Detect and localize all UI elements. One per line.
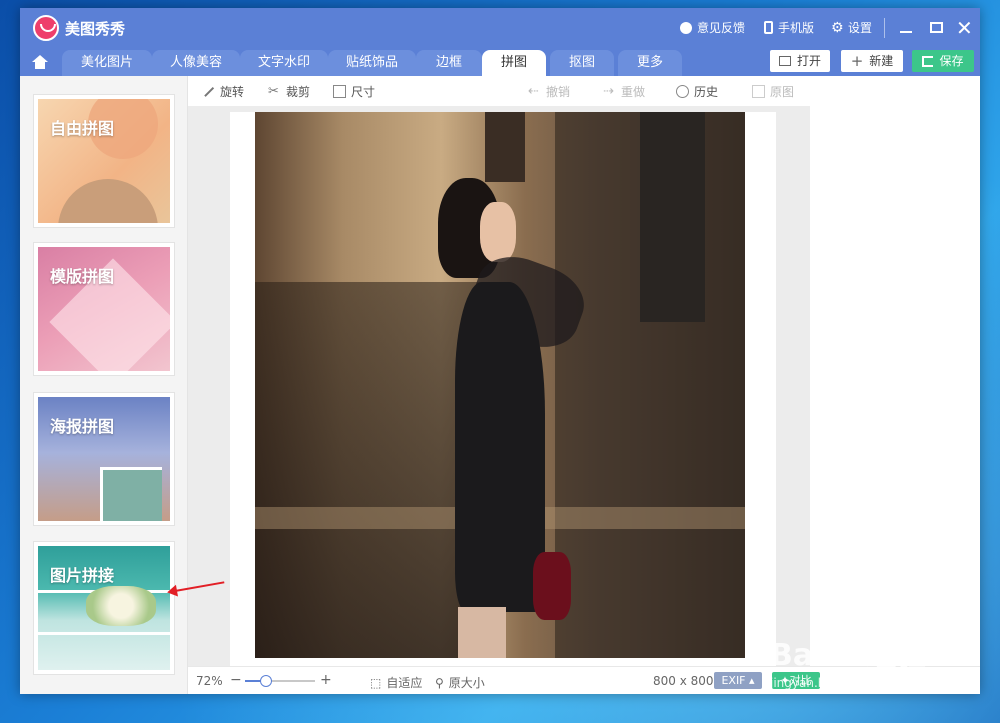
tab-stickers[interactable]: 贴纸饰品: [328, 50, 416, 76]
save-button[interactable]: 保存: [912, 50, 974, 72]
home-icon[interactable]: [32, 55, 48, 69]
new-label: 新建: [869, 54, 894, 68]
history-label: 历史: [694, 85, 719, 99]
chat-bubble-icon: [680, 21, 692, 34]
tab-cutout[interactable]: 抠图: [550, 50, 614, 76]
baidu-watermark: Baidu经验 jingyan.baidu.com: [760, 630, 960, 700]
maximize-icon: [930, 22, 943, 33]
export-icon: [922, 55, 934, 67]
template-collage-thumbnail: 模版拼图: [38, 247, 170, 371]
zoom-slider-handle[interactable]: [260, 675, 272, 687]
zoom-out-button[interactable]: −: [230, 672, 242, 688]
redo-button[interactable]: ⇢ 重做: [603, 83, 645, 100]
original-label: 原图: [770, 85, 795, 99]
original-image-icon: [752, 85, 765, 98]
minimize-button[interactable]: [894, 16, 918, 40]
crop-button[interactable]: ✂ 裁剪: [268, 83, 310, 100]
canvas-area: [188, 106, 810, 666]
app-logo-icon: [33, 15, 59, 41]
save-label: 保存: [939, 54, 964, 68]
fit-icon: ⬚: [370, 675, 382, 690]
redo-label: 重做: [621, 85, 646, 99]
title-bar: 美图秀秀 意见反馈 手机版 ⚙ 设置 ✕: [20, 8, 980, 48]
edit-toolbar: 旋转 ✂ 裁剪 尺寸 ⇠ 撤销 ⇢ 重做 历史 原图: [188, 76, 810, 106]
feedback-label: 意见反馈: [697, 21, 746, 35]
size-label: 尺寸: [351, 85, 376, 99]
main-tab-bar: 美化图片 人像美容 文字水印 贴纸饰品 边框 拼图 抠图 更多 打开 + 新建 …: [20, 48, 980, 76]
rotate-button[interactable]: 旋转: [202, 83, 244, 100]
actual-size-label: 原大小: [448, 676, 485, 690]
tab-portrait[interactable]: 人像美容: [152, 50, 240, 76]
magnifier-icon: ⚲: [435, 675, 444, 690]
mobile-version-button[interactable]: 手机版: [764, 19, 814, 36]
image-dimensions: 800 x 800: [653, 674, 714, 688]
edited-photo[interactable]: [255, 112, 745, 658]
undo-arrow-icon: ⇠: [528, 84, 539, 99]
image-stitch-thumbnail: 图片拼接: [38, 546, 170, 670]
poster-collage-thumbnail: 海报拼图: [38, 397, 170, 521]
open-label: 打开: [796, 54, 821, 68]
fit-button[interactable]: ⬚ 自适应: [370, 674, 422, 691]
card-label: 图片拼接: [50, 566, 115, 585]
tab-more[interactable]: 更多: [618, 50, 682, 76]
maximize-button[interactable]: [925, 16, 949, 40]
free-collage-thumbnail: 自由拼图: [38, 99, 170, 223]
card-template-collage[interactable]: 模版拼图: [33, 242, 175, 376]
minimize-icon: [900, 31, 912, 33]
gear-icon: ⚙: [831, 19, 844, 36]
tab-beautify[interactable]: 美化图片: [62, 50, 152, 76]
open-button[interactable]: 打开: [770, 50, 830, 72]
rotate-icon: [202, 85, 215, 98]
clock-icon: [676, 85, 689, 98]
collage-mode-sidebar: 自由拼图 模版拼图 海报拼图 图片拼接: [20, 76, 188, 694]
title-divider: [884, 18, 885, 38]
zoom-slider[interactable]: [245, 675, 315, 687]
exif-button[interactable]: EXIF ▴: [714, 672, 762, 689]
settings-button[interactable]: ⚙ 设置: [831, 19, 872, 36]
image-icon: [778, 56, 791, 66]
undo-label: 撤销: [546, 85, 571, 99]
tab-border[interactable]: 边框: [416, 50, 482, 76]
resize-icon: [333, 85, 346, 98]
history-button[interactable]: 历史: [676, 83, 718, 100]
app-title: 美图秀秀: [65, 20, 126, 38]
settings-label: 设置: [848, 21, 873, 35]
fit-label: 自适应: [386, 676, 423, 690]
tab-text-watermark[interactable]: 文字水印: [240, 50, 328, 76]
crop-label: 裁剪: [286, 85, 311, 99]
card-label: 模版拼图: [50, 267, 115, 286]
card-free-collage[interactable]: 自由拼图: [33, 94, 175, 228]
new-button[interactable]: + 新建: [841, 50, 903, 72]
close-button[interactable]: ✕: [954, 16, 978, 40]
feedback-button[interactable]: 意见反馈: [680, 19, 745, 36]
zoom-percent: 72%: [196, 674, 223, 688]
card-label: 自由拼图: [50, 119, 115, 138]
redo-arrow-icon: ⇢: [603, 84, 614, 99]
phone-icon: [764, 21, 773, 34]
card-label: 海报拼图: [50, 417, 115, 436]
zoom-in-button[interactable]: +: [320, 672, 332, 688]
scissors-icon: ✂: [268, 84, 279, 99]
original-button[interactable]: 原图: [752, 83, 794, 100]
size-button[interactable]: 尺寸: [333, 83, 375, 100]
watermark-url: jingyan.baidu.com: [770, 676, 881, 690]
close-icon: ✕: [956, 16, 973, 40]
undo-button[interactable]: ⇠ 撤销: [528, 83, 570, 100]
tab-collage[interactable]: 拼图: [482, 50, 546, 76]
plus-icon: +: [850, 52, 864, 70]
rotate-label: 旋转: [220, 85, 245, 99]
mobile-label: 手机版: [778, 21, 815, 35]
actual-size-button[interactable]: ⚲ 原大小: [435, 674, 485, 691]
watermark-main: Baidu经验: [770, 638, 927, 673]
app-window: 美图秀秀 意见反馈 手机版 ⚙ 设置 ✕ 美化图片 人像美容 文字水印 贴纸饰品…: [20, 8, 980, 694]
card-image-stitch[interactable]: 图片拼接: [33, 541, 175, 675]
card-poster-collage[interactable]: 海报拼图: [33, 392, 175, 526]
